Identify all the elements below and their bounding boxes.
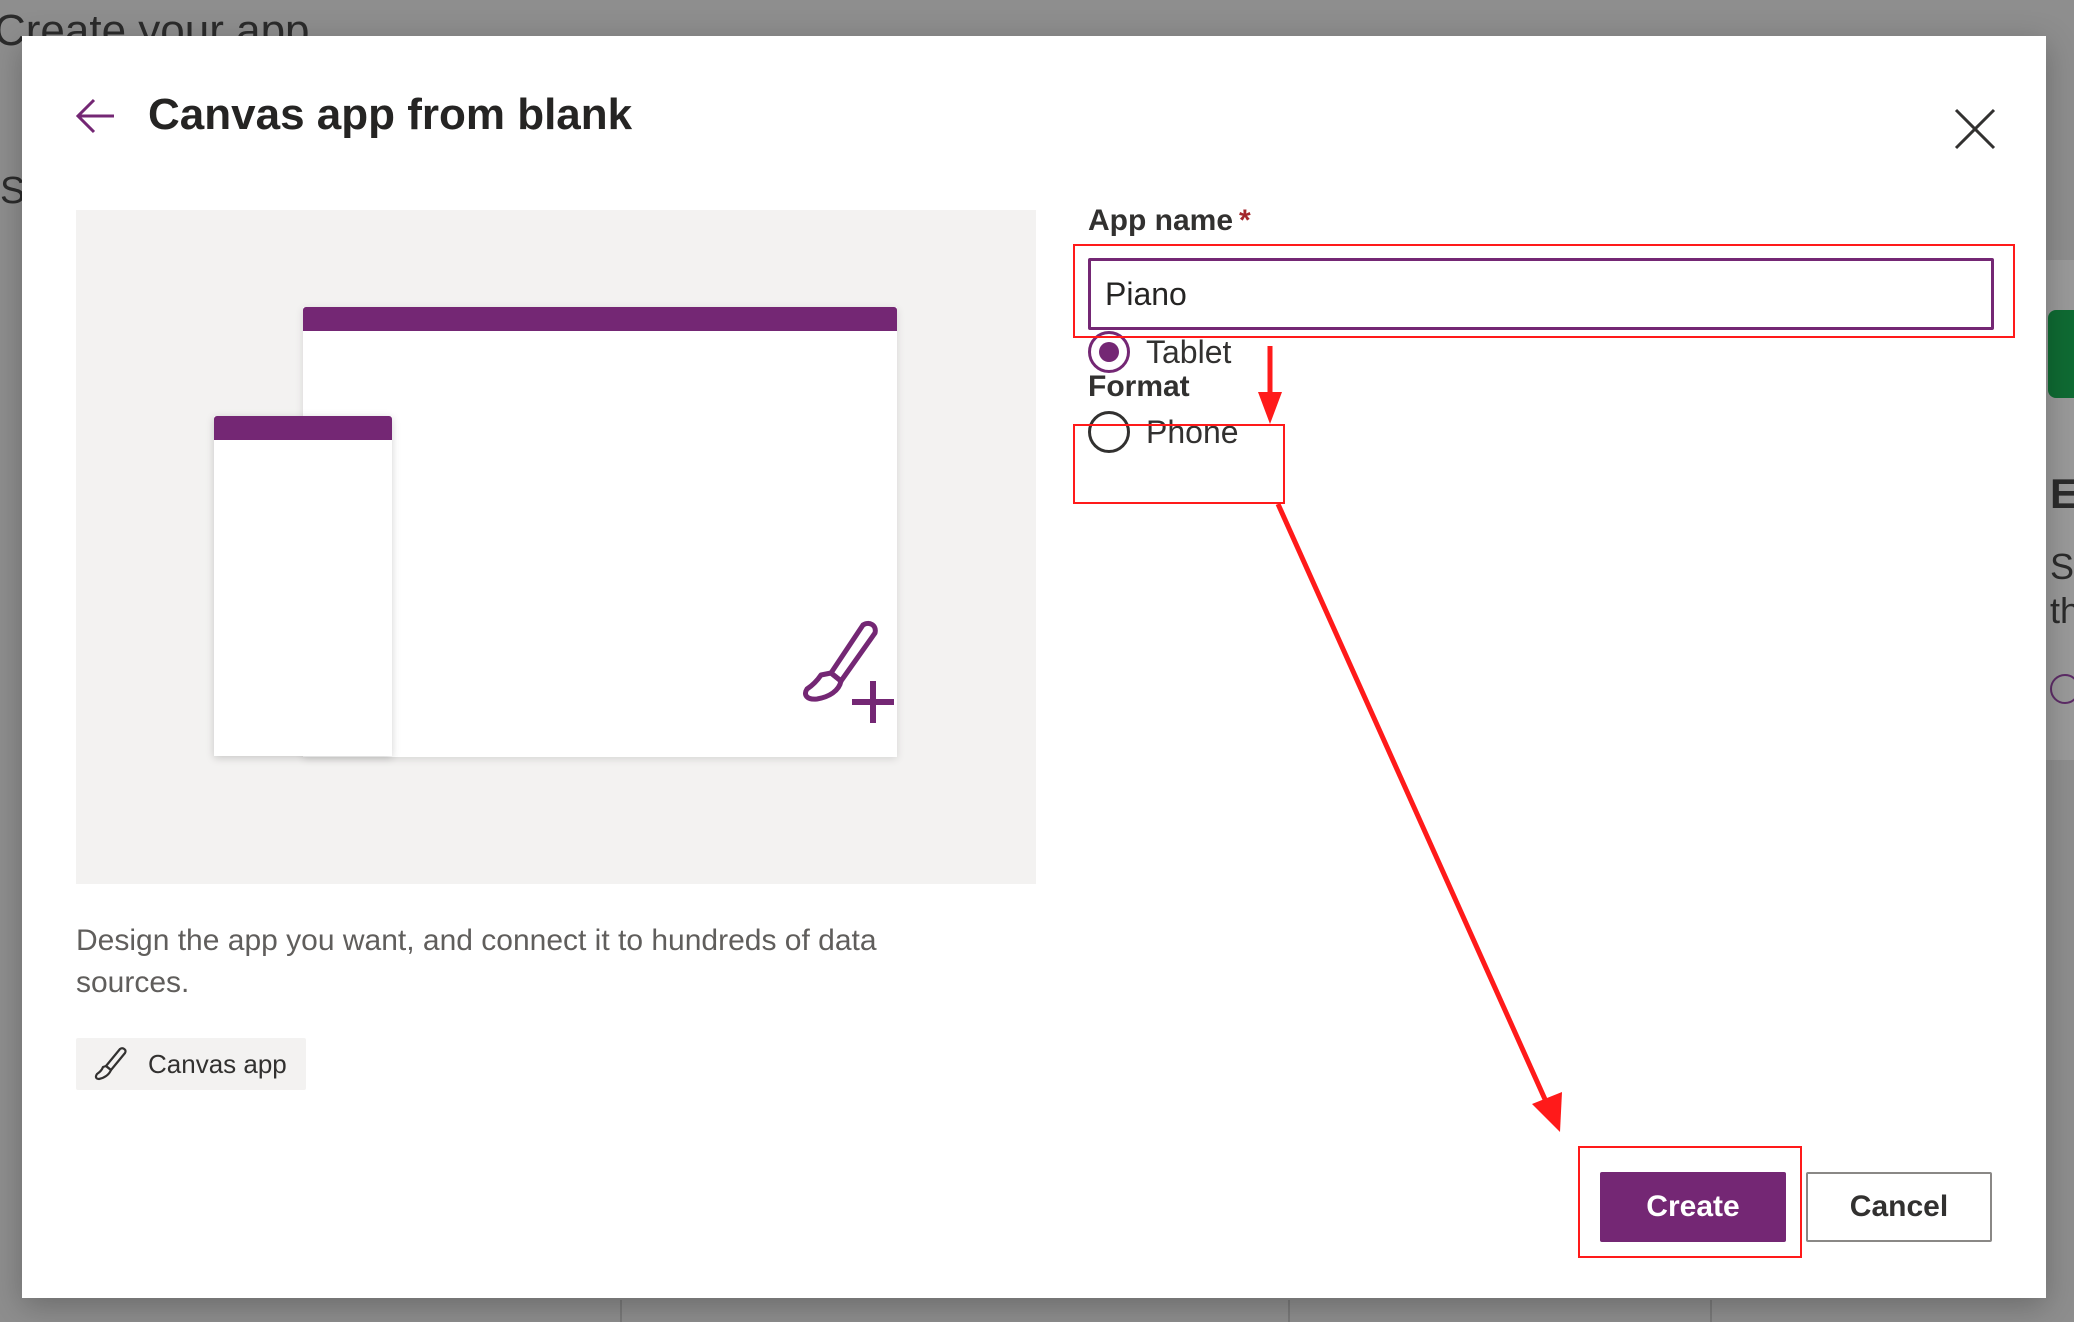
- app-name-label: App name *: [1088, 204, 1251, 238]
- format-option-label: Phone: [1146, 413, 1239, 450]
- phone-header-bar: [214, 416, 392, 440]
- radio-button-selected[interactable]: [1088, 331, 1130, 373]
- create-app-dialog: Canvas app from blank Design the app you…: [22, 36, 2046, 1298]
- background-divider: [1710, 1300, 1712, 1322]
- dialog-title: Canvas app from blank: [148, 90, 633, 139]
- background-divider: [1288, 1300, 1290, 1322]
- radio-button[interactable]: [1088, 411, 1130, 453]
- close-icon[interactable]: [1952, 106, 1998, 152]
- arrow-left-icon[interactable]: [74, 94, 118, 138]
- background-divider: [620, 1300, 622, 1322]
- app-name-input[interactable]: [1088, 258, 1994, 330]
- create-button[interactable]: Create: [1600, 1172, 1786, 1242]
- tablet-header-bar: [303, 307, 897, 331]
- background-right-text-2: th: [2050, 590, 2074, 631]
- background-right-text-1: St: [2050, 546, 2074, 587]
- background-play-icon: [2050, 674, 2074, 704]
- required-indicator: *: [1239, 204, 1251, 237]
- paintbrush-plus-icon: [803, 620, 894, 723]
- app-name-label-text: App name: [1088, 204, 1234, 237]
- app-preview-illustration: [76, 210, 1036, 884]
- cancel-button[interactable]: Cancel: [1806, 1172, 1992, 1242]
- tablet-mockup: [303, 307, 897, 757]
- background-app-tile: [2048, 310, 2074, 398]
- format-option-label: Tablet: [1146, 333, 1232, 370]
- paintbrush-icon: [94, 1047, 127, 1081]
- background-right-heading: E: [2050, 470, 2074, 517]
- phone-mockup: [214, 416, 392, 756]
- format-option-phone[interactable]: Phone: [1088, 408, 1239, 456]
- app-type-tag-label: Canvas app: [148, 1048, 287, 1079]
- app-type-tag: Canvas app: [76, 1038, 306, 1090]
- format-option-tablet[interactable]: Tablet: [1088, 328, 1231, 376]
- radio-selected-dot: [1099, 342, 1119, 362]
- screen: Create your app St E St th Canvas app fr…: [0, 0, 2074, 1322]
- dialog-description: Design the app you want, and connect it …: [76, 924, 877, 999]
- background-left-text: St: [0, 170, 22, 212]
